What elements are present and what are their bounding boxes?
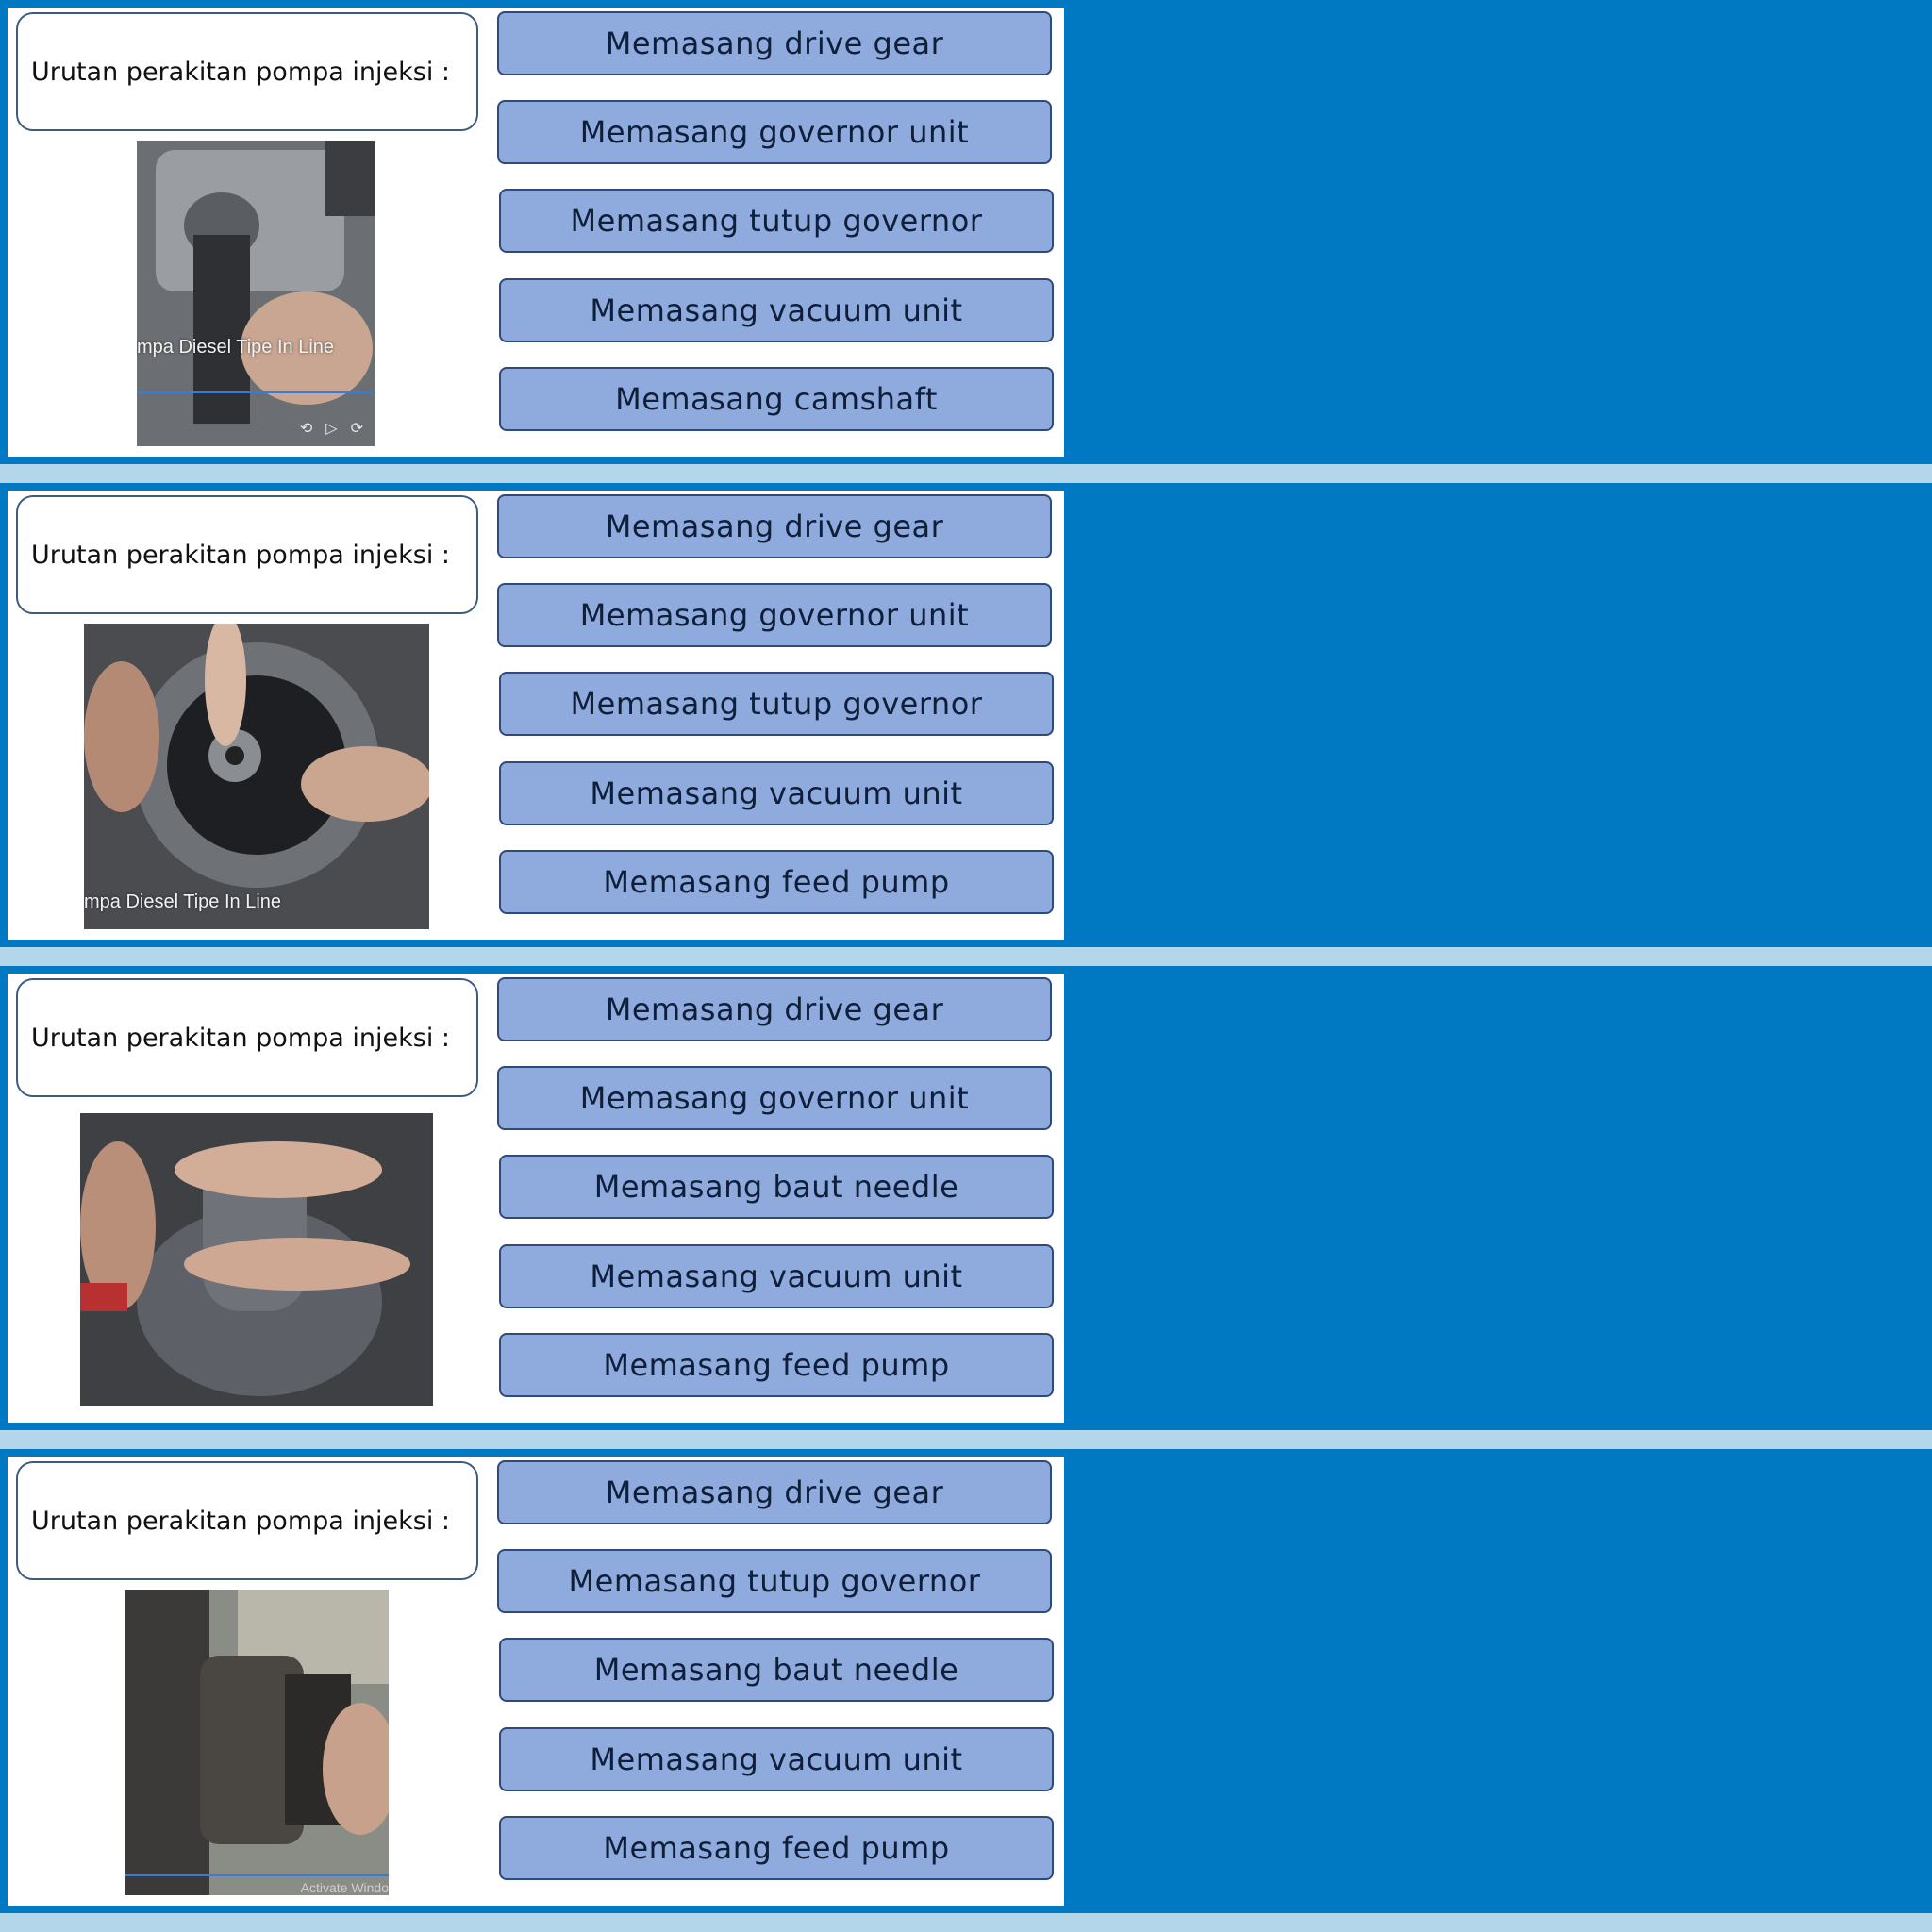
video-progress-bar[interactable]	[137, 391, 375, 393]
option-4[interactable]: Memasang vacuum unit	[499, 761, 1054, 825]
panel-content: Urutan perakitan pompa injeksi : mpa Die…	[8, 491, 1064, 940]
question-box: Urutan perakitan pompa injeksi :	[16, 978, 478, 1097]
question-panel-3: Urutan perakitan pompa injeksi : Memasan…	[0, 966, 1932, 1430]
option-1[interactable]: Memasang drive gear	[497, 1460, 1052, 1524]
video-progress-bar[interactable]	[125, 1874, 389, 1876]
option-4[interactable]: Memasang vacuum unit	[499, 1727, 1054, 1791]
forward-icon[interactable]: ⟳	[351, 419, 363, 437]
option-5[interactable]: Memasang feed pump	[499, 850, 1054, 914]
question-panel-4: Urutan perakitan pompa injeksi : Activat…	[0, 1449, 1932, 1913]
pump-photo-image	[137, 141, 375, 446]
question-box: Urutan perakitan pompa injeksi :	[16, 1461, 478, 1580]
option-3[interactable]: Memasang baut needle	[499, 1155, 1054, 1219]
question-panel-1: Urutan perakitan pompa injeksi : mpa Die…	[0, 0, 1932, 464]
panel-content: Urutan perakitan pompa injeksi : Activat…	[8, 1457, 1064, 1906]
option-1[interactable]: Memasang drive gear	[497, 494, 1052, 558]
option-5[interactable]: Memasang camshaft	[499, 367, 1054, 431]
option-1[interactable]: Memasang drive gear	[497, 977, 1052, 1041]
option-3[interactable]: Memasang baut needle	[499, 1638, 1054, 1702]
panel-content: Urutan perakitan pompa injeksi : Memasan…	[8, 974, 1064, 1423]
option-3[interactable]: Memasang tutup governor	[499, 189, 1054, 253]
option-3[interactable]: Memasang tutup governor	[499, 672, 1054, 736]
option-5[interactable]: Memasang feed pump	[499, 1333, 1054, 1397]
rewind-icon[interactable]: ⟲	[300, 419, 312, 437]
option-2[interactable]: Memasang tutup governor	[497, 1549, 1052, 1613]
video-thumbnail[interactable]: mpa Diesel Tipe In Line	[84, 624, 429, 929]
video-caption: mpa Diesel Tipe In Line	[84, 891, 282, 912]
option-2[interactable]: Memasang governor unit	[497, 583, 1052, 647]
video-thumbnail[interactable]	[80, 1113, 433, 1406]
option-4[interactable]: Memasang vacuum unit	[499, 278, 1054, 342]
option-2[interactable]: Memasang governor unit	[497, 100, 1052, 164]
panel-content: Urutan perakitan pompa injeksi : mpa Die…	[8, 8, 1064, 457]
pump-photo-image	[80, 1113, 433, 1406]
video-thumbnail[interactable]: Activate Windo	[125, 1590, 389, 1895]
pump-photo-image	[84, 624, 429, 929]
option-4[interactable]: Memasang vacuum unit	[499, 1244, 1054, 1308]
video-caption: mpa Diesel Tipe In Line	[137, 337, 335, 358]
pump-photo-image	[125, 1590, 389, 1895]
question-panel-2: Urutan perakitan pompa injeksi : mpa Die…	[0, 483, 1932, 947]
question-box: Urutan perakitan pompa injeksi :	[16, 12, 478, 131]
option-2[interactable]: Memasang governor unit	[497, 1066, 1052, 1130]
play-icon[interactable]: ▷	[325, 419, 337, 437]
activate-windows-watermark: Activate Windo	[300, 1880, 389, 1895]
video-controls: ⟲ ▷ ⟳	[300, 419, 363, 437]
option-5[interactable]: Memasang feed pump	[499, 1816, 1054, 1880]
question-box: Urutan perakitan pompa injeksi :	[16, 495, 478, 614]
option-1[interactable]: Memasang drive gear	[497, 11, 1052, 75]
video-thumbnail[interactable]: mpa Diesel Tipe In Line ⟲ ▷ ⟳	[137, 141, 375, 446]
